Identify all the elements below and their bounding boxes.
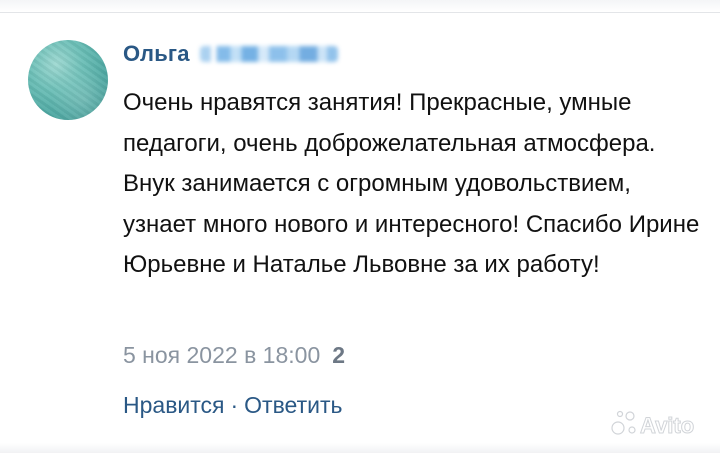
author-name[interactable]: Ольга [123,41,190,67]
author-surname-blurred [199,46,338,62]
comment-meta: 5 ноя 2022 в 18:00 2 [123,338,345,372]
avito-logo-icon: Avito [610,409,695,439]
reply-link[interactable]: Ответить [244,392,342,419]
comment-timestamp[interactable]: 5 ноя 2022 в 18:00 [123,342,320,369]
like-link[interactable]: Нравится [123,392,225,419]
bottom-divider [0,443,720,453]
like-count: 2 [332,341,346,368]
comment: Ольга Очень нравятся занятия! Прекрасные… [0,0,720,453]
action-separator: · [230,391,239,418]
author-row: Ольга [123,40,338,68]
avito-watermark: Avito [608,402,708,442]
watermark-text: Avito [640,413,694,438]
comment-actions: Нравится · Ответить [123,388,342,422]
comment-text: Очень нравятся занятия! Прекрасные, умны… [123,89,700,278]
avatar[interactable] [28,40,108,120]
